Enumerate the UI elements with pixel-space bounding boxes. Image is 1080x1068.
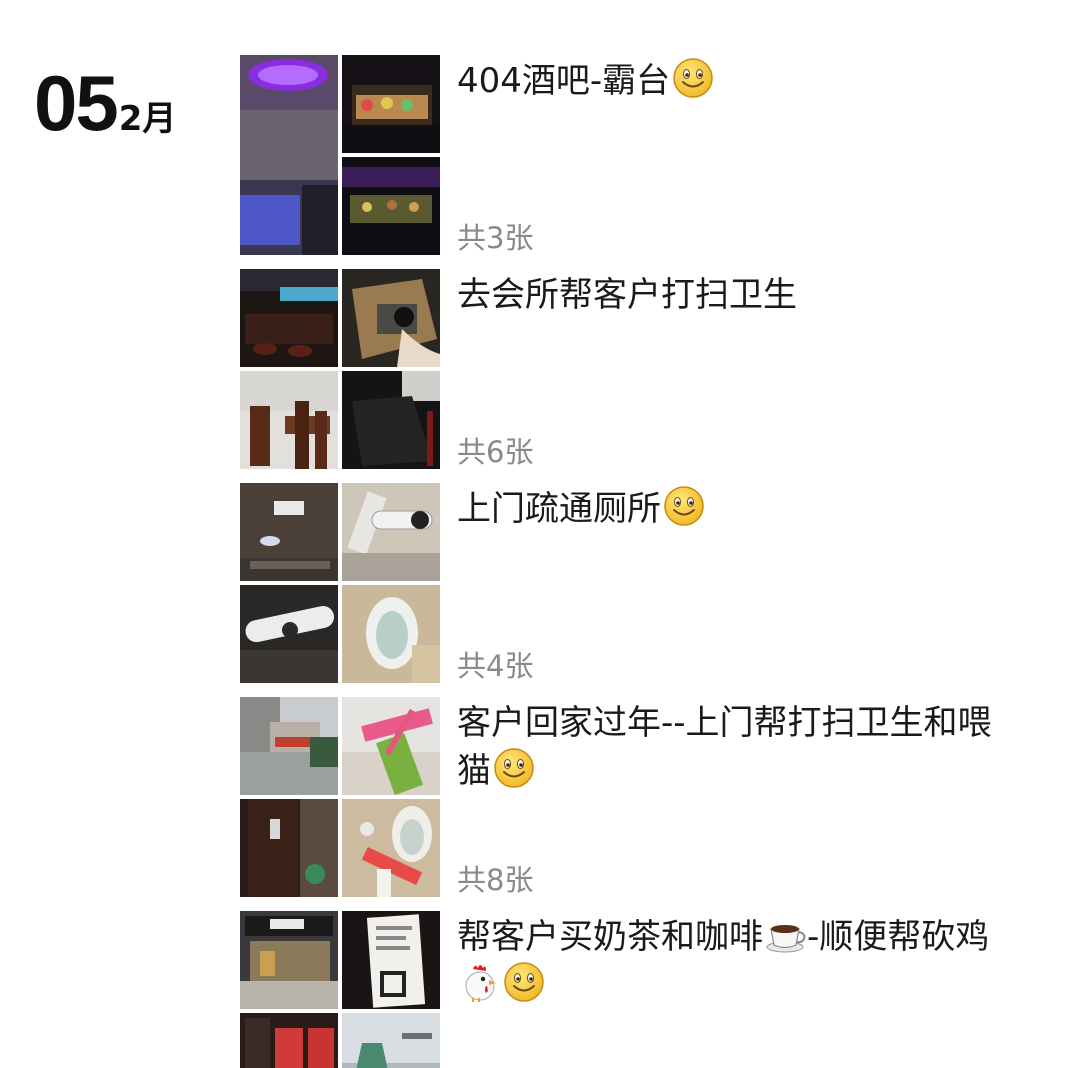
post-item[interactable]: 404酒吧-霸台 共3张 bbox=[240, 55, 1040, 255]
photo-thumbnail[interactable] bbox=[240, 911, 338, 1009]
date-month: 2月 bbox=[118, 99, 177, 139]
post-caption-text: 去会所帮客户打扫卫生 bbox=[457, 275, 797, 315]
post-caption-text-part1: 帮客户买奶茶和咖啡 bbox=[457, 917, 763, 957]
photo-thumbnail[interactable] bbox=[342, 799, 440, 897]
photo-grid[interactable] bbox=[240, 269, 440, 469]
photo-thumbnail[interactable] bbox=[342, 1013, 440, 1068]
photo-thumbnail[interactable] bbox=[342, 55, 440, 153]
post-caption-text: 客户回家过年--上门帮打扫卫生和喂猫 bbox=[457, 703, 992, 791]
post-item[interactable]: 上门疏通厕所 共4张 bbox=[240, 483, 1040, 683]
photo-thumbnail[interactable] bbox=[240, 371, 338, 469]
photo-grid[interactable] bbox=[240, 483, 440, 683]
photo-thumbnail[interactable] bbox=[342, 269, 440, 367]
photo-grid[interactable] bbox=[240, 911, 440, 1068]
photo-thumbnail[interactable] bbox=[342, 483, 440, 581]
photo-thumbnail[interactable] bbox=[342, 371, 440, 469]
date-day: 05 bbox=[34, 59, 119, 147]
post-caption-text-part2: -顺便帮砍鸡 bbox=[807, 917, 990, 957]
post-item[interactable]: 去会所帮客户打扫卫生 共6张 bbox=[240, 269, 1040, 469]
photo-grid[interactable] bbox=[240, 697, 440, 897]
smile-emoji-icon bbox=[673, 58, 714, 98]
photo-count: 共6张 bbox=[457, 435, 534, 469]
post-caption-text: 上门疏通厕所 bbox=[457, 489, 661, 529]
post-caption: 去会所帮客户打扫卫生 bbox=[457, 271, 1017, 319]
photo-thumbnail[interactable] bbox=[342, 911, 440, 1009]
photo-thumbnail[interactable] bbox=[342, 157, 440, 255]
post-item[interactable]: 客户回家过年--上门帮打扫卫生和喂猫 共8张 bbox=[240, 697, 1040, 897]
smile-emoji-icon bbox=[664, 486, 704, 526]
photo-thumbnail[interactable] bbox=[240, 585, 338, 683]
post-date: 05 2月 bbox=[34, 58, 176, 149]
photo-thumbnail[interactable] bbox=[240, 55, 338, 255]
photo-count: 共3张 bbox=[457, 221, 534, 255]
photo-count: 共8张 bbox=[457, 863, 534, 897]
smile-emoji-icon bbox=[494, 748, 534, 788]
post-item[interactable]: 帮客户买奶茶和咖啡 -顺便帮砍鸡 bbox=[240, 911, 1040, 1068]
photo-thumbnail[interactable] bbox=[240, 1013, 338, 1068]
photo-thumbnail[interactable] bbox=[240, 269, 338, 367]
post-caption: 帮客户买奶茶和咖啡 -顺便帮砍鸡 bbox=[457, 913, 1017, 1009]
photo-thumbnail[interactable] bbox=[240, 799, 338, 897]
rooster-emoji-icon bbox=[465, 965, 496, 1002]
coffee-emoji-icon bbox=[766, 925, 806, 953]
post-caption: 404酒吧-霸台 bbox=[457, 57, 1017, 105]
post-caption: 上门疏通厕所 bbox=[457, 485, 1017, 533]
photo-count: 共4张 bbox=[457, 649, 534, 683]
photo-grid[interactable] bbox=[240, 55, 440, 255]
photo-thumbnail[interactable] bbox=[240, 483, 338, 581]
photo-thumbnail[interactable] bbox=[240, 697, 338, 795]
photo-thumbnail[interactable] bbox=[342, 697, 440, 795]
post-caption-text: 404酒吧-霸台 bbox=[457, 61, 671, 101]
post-caption: 客户回家过年--上门帮打扫卫生和喂猫 bbox=[457, 699, 1017, 795]
photo-thumbnail[interactable] bbox=[342, 585, 440, 683]
smile-emoji-icon bbox=[504, 962, 544, 1002]
